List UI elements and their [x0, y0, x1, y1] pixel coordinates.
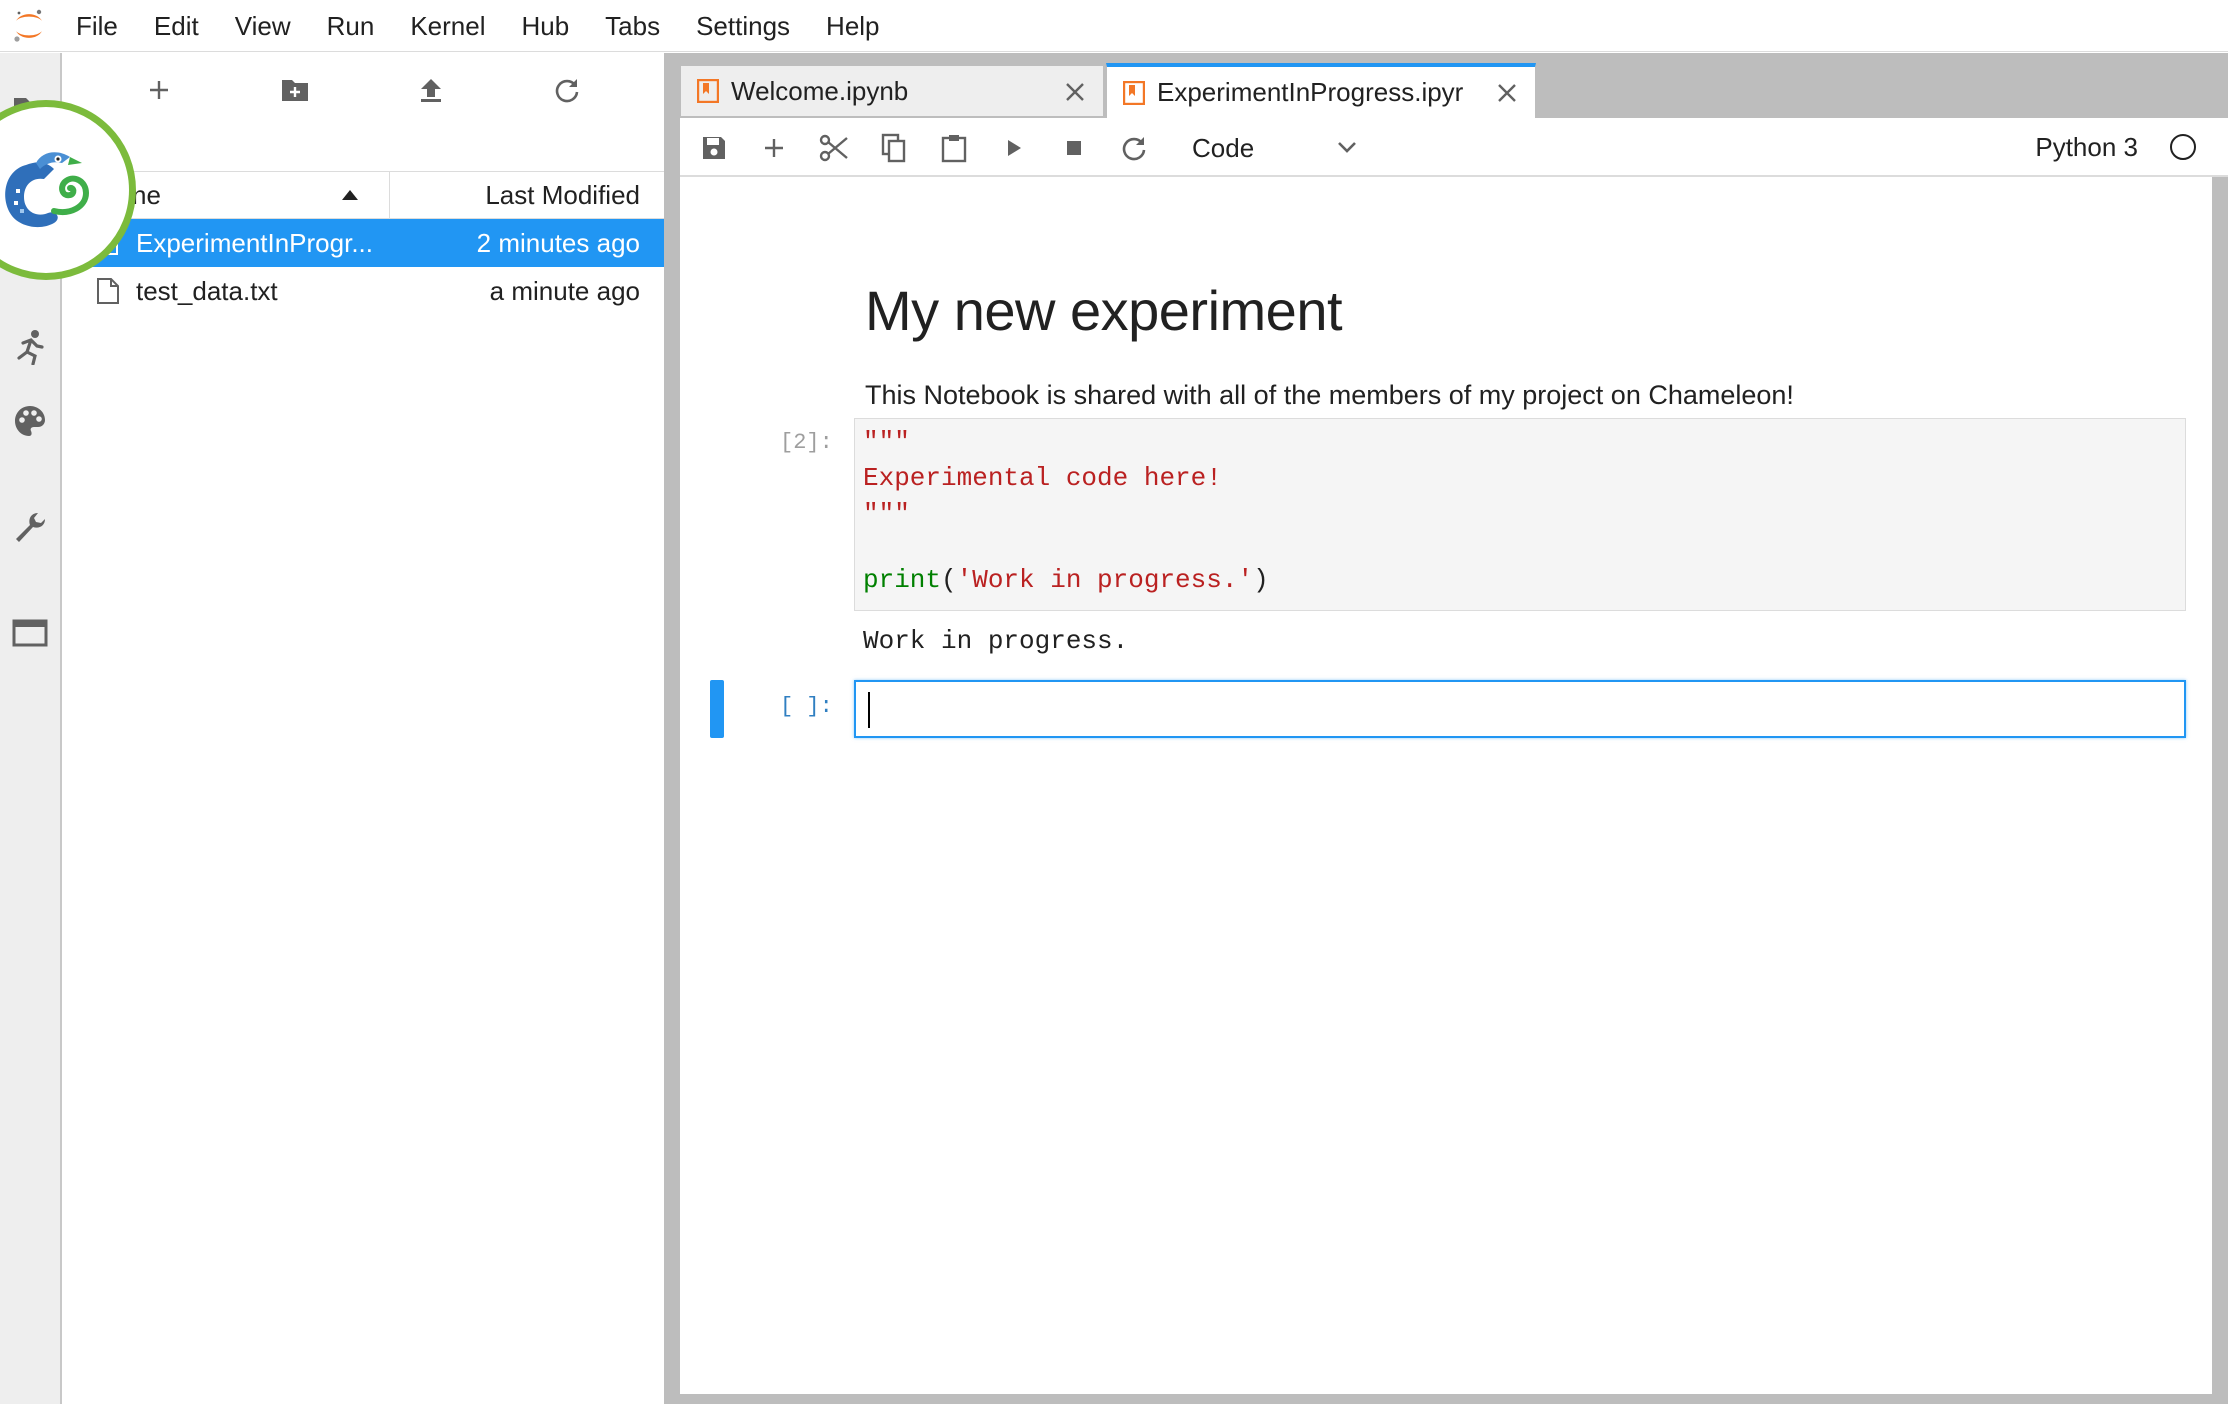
file-list-header: ne Last Modified — [62, 171, 664, 219]
code-builtin: print — [863, 565, 942, 595]
panel-splitter[interactable] — [664, 53, 680, 1404]
tabs-icon[interactable] — [10, 613, 50, 653]
refresh-icon[interactable] — [544, 67, 590, 113]
code-line: Experimental code here! — [863, 463, 1222, 493]
menu-kernel[interactable]: Kernel — [392, 0, 503, 52]
menu-tabs[interactable]: Tabs — [587, 0, 678, 52]
code-line: """ — [863, 427, 910, 457]
cell-type-dropdown[interactable]: Code — [1192, 126, 1362, 170]
menu-view[interactable]: View — [217, 0, 309, 52]
notebook-icon — [1123, 80, 1145, 105]
text-cursor — [868, 692, 870, 728]
code-line: """ — [863, 499, 910, 529]
file-modified: 2 minutes ago — [476, 228, 640, 258]
panel-bottom-gutter — [680, 1394, 2228, 1404]
new-launcher-icon[interactable] — [136, 67, 182, 113]
upload-icon[interactable] — [408, 67, 454, 113]
active-code-cell-editor[interactable] — [854, 680, 2186, 738]
notebook-toolbar: Code Python 3 — [680, 118, 2228, 177]
code-paren: ( — [941, 565, 957, 595]
menu-bar: File Edit View Run Kernel Hub Tabs Setti… — [0, 0, 2228, 52]
paste-icon[interactable] — [934, 128, 974, 168]
menu-file[interactable]: File — [58, 0, 136, 52]
sort-ascending-icon — [342, 190, 358, 200]
code-string: 'Work in progress.' — [956, 565, 1254, 595]
code-cell-editor[interactable]: """ Experimental code here! """ print('W… — [854, 418, 2186, 611]
code-line: print('Work in progress.') — [863, 565, 1269, 595]
restart-icon[interactable] — [1114, 128, 1154, 168]
running-icon[interactable] — [10, 327, 50, 367]
cell-type-label: Code — [1192, 132, 1255, 163]
tab-welcome[interactable]: Welcome.ipynb — [680, 65, 1104, 117]
file-icon — [96, 277, 120, 312]
jupyter-logo-icon — [0, 0, 58, 52]
palette-icon[interactable] — [10, 401, 50, 441]
file-modified: a minute ago — [489, 276, 640, 306]
wrench-icon[interactable] — [10, 507, 50, 547]
cell-output: Work in progress. — [863, 626, 1129, 656]
menu-edit[interactable]: Edit — [136, 0, 217, 52]
notebook-panel: Code Python 3 My new experiment This Not… — [680, 118, 2228, 1404]
cut-icon[interactable] — [814, 128, 854, 168]
save-icon[interactable] — [694, 128, 734, 168]
new-folder-icon[interactable] — [272, 67, 318, 113]
tab-label: ExperimentInProgress.ipyr — [1157, 77, 1464, 107]
kernel-name[interactable]: Python 3 — [2035, 132, 2138, 163]
file-browser: ne Last Modified ExperimentInProgr... 2 … — [62, 53, 664, 1404]
tab-experiment-in-progress[interactable]: ExperimentInProgress.ipyr — [1106, 63, 1536, 119]
stop-icon[interactable] — [1054, 128, 1094, 168]
menu-settings[interactable]: Settings — [678, 0, 808, 52]
menu-run[interactable]: Run — [309, 0, 393, 52]
column-modified-header[interactable]: Last Modified — [485, 180, 640, 211]
column-name-label: ne — [132, 180, 161, 210]
chevron-down-icon — [1332, 132, 1362, 162]
close-icon[interactable] — [1493, 79, 1521, 107]
run-icon[interactable] — [994, 128, 1034, 168]
kernel-status-idle-icon — [2170, 134, 2196, 160]
main-dock-area: Welcome.ipynb ExperimentInProgress.ipyr — [680, 53, 2228, 1404]
notebook-heading: My new experiment — [865, 279, 1343, 342]
copy-icon[interactable] — [874, 128, 914, 168]
code-paren: ) — [1253, 565, 1269, 595]
menu-hub[interactable]: Hub — [503, 0, 587, 52]
file-row[interactable]: test_data.txt a minute ago — [62, 267, 664, 315]
tab-label: Welcome.ipynb — [731, 75, 909, 106]
cell-prompt: [2]: — [780, 430, 833, 455]
cell-prompt: [ ]: — [780, 694, 833, 719]
file-name: test_data.txt — [136, 276, 278, 306]
notebook-icon — [697, 79, 719, 103]
active-cell-indicator — [710, 680, 724, 738]
add-cell-icon[interactable] — [754, 128, 794, 168]
notebook-paragraph: This Notebook is shared with all of the … — [865, 380, 1794, 410]
panel-right-gutter — [2212, 177, 2228, 1404]
menu-help[interactable]: Help — [808, 0, 897, 52]
file-name: ExperimentInProgr... — [136, 228, 373, 258]
file-row[interactable]: ExperimentInProgr... 2 minutes ago — [62, 219, 664, 267]
file-browser-toolbar — [62, 53, 664, 123]
close-icon[interactable] — [1061, 78, 1089, 106]
